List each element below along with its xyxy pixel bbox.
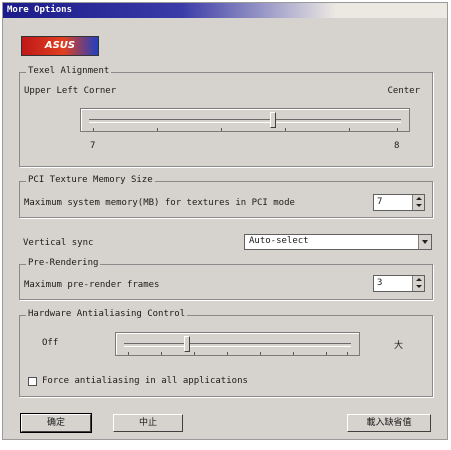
prerender-spin-buttons[interactable]: [412, 276, 424, 291]
antialiasing-off-label: Off: [42, 338, 59, 348]
ok-button[interactable]: 确定: [20, 413, 92, 433]
pci-texture-memory-group: PCI Texture Memory Size Maximum system m…: [19, 175, 433, 218]
antialiasing-max-label: 大: [394, 341, 404, 351]
texel-slider-thumb[interactable]: [270, 112, 276, 128]
antialiasing-tick: [326, 352, 327, 355]
antialiasing-tick: [227, 352, 228, 355]
antialiasing-tick: [347, 352, 348, 355]
vertical-sync-dropdown-button[interactable]: [418, 235, 431, 249]
antialiasing-legend: Hardware Antialiasing Control: [26, 309, 188, 319]
spin-down-icon[interactable]: [416, 285, 422, 288]
antialiasing-group: Hardware Antialiasing Control Off 大 Forc…: [19, 309, 433, 397]
texel-left-label: Upper Left Corner: [24, 86, 117, 96]
antialiasing-tick: [260, 352, 261, 355]
pci-memory-label: Maximum system memory(MB) for textures i…: [24, 198, 295, 208]
texel-right-label: Center: [387, 86, 420, 96]
pci-texture-memory-legend: PCI Texture Memory Size: [26, 175, 155, 185]
texel-tick: [349, 128, 350, 131]
vertical-sync-dropdown[interactable]: Auto-select: [244, 234, 432, 250]
prerender-frames-label: Maximum pre-render frames: [24, 280, 160, 290]
pci-memory-spin-buttons[interactable]: [412, 195, 424, 210]
force-antialiasing-checkbox[interactable]: [28, 377, 37, 386]
cancel-button[interactable]: 中止: [113, 414, 183, 432]
texel-tick: [93, 128, 94, 131]
texel-alignment-group: Texel Alignment Upper Left Corner Center…: [19, 66, 433, 167]
vertical-sync-label: Vertical sync: [23, 238, 94, 248]
more-options-dialog: More Options ASUS Texel Alignment Upper …: [2, 2, 448, 440]
texel-slider[interactable]: [80, 108, 410, 132]
pre-rendering-legend: Pre-Rendering: [26, 258, 101, 268]
asus-logo: ASUS: [21, 36, 99, 56]
antialiasing-tick: [128, 352, 129, 355]
pre-rendering-group: Pre-Rendering Maximum pre-render frames …: [19, 258, 433, 300]
antialiasing-slider[interactable]: [115, 332, 360, 356]
texel-tick: [221, 128, 222, 131]
texel-tick: [397, 128, 398, 131]
texel-min-value: 7: [90, 141, 96, 151]
texel-max-value: 8: [394, 141, 400, 151]
antialiasing-slider-thumb[interactable]: [184, 336, 190, 352]
antialiasing-tick: [161, 352, 162, 355]
spin-up-icon[interactable]: [416, 278, 422, 281]
force-antialiasing-label: Force antialiasing in all applications: [42, 376, 248, 386]
chevron-down-icon: [422, 240, 428, 244]
load-defaults-button[interactable]: 載入缺省值: [347, 414, 431, 432]
pci-memory-value: 7: [377, 197, 383, 207]
pci-memory-spinner[interactable]: 7: [373, 194, 425, 211]
antialiasing-tick: [194, 352, 195, 355]
antialiasing-slider-track: [124, 343, 351, 347]
prerender-frames-spinner[interactable]: 3: [373, 275, 425, 292]
antialiasing-tick: [293, 352, 294, 355]
dialog-title: More Options: [3, 3, 447, 18]
texel-alignment-legend: Texel Alignment: [26, 66, 112, 76]
texel-tick: [285, 128, 286, 131]
prerender-frames-value: 3: [377, 278, 383, 288]
texel-tick: [157, 128, 158, 131]
spin-up-icon[interactable]: [416, 197, 422, 200]
spin-down-icon[interactable]: [416, 204, 422, 207]
texel-slider-track: [89, 119, 401, 123]
vertical-sync-value: Auto-select: [249, 236, 309, 246]
